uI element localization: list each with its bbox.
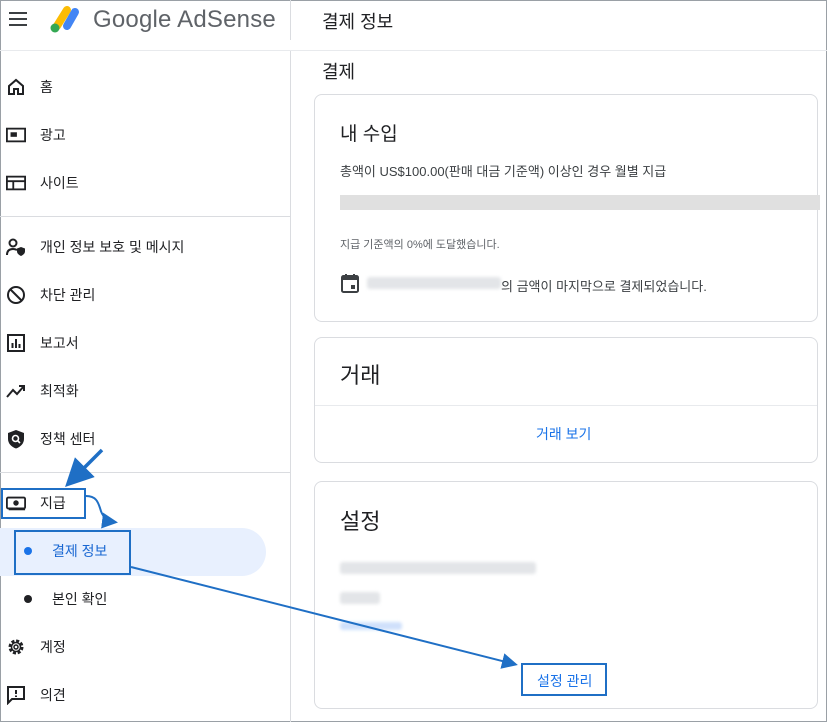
sidebar-item-label: 계정 (40, 639, 66, 655)
card-title: 거래 (340, 363, 381, 388)
sidebar-item-label: 최적화 (40, 383, 79, 399)
payment-threshold-text: 총액이 US$100.00(판매 대금 기준액) 이상인 경우 월별 지급 (340, 164, 667, 179)
sidebar-item-label: 광고 (40, 127, 66, 143)
feedback-icon (6, 685, 26, 705)
sidebar-item-block[interactable]: 차단 관리 (0, 275, 290, 315)
redacted-payment-method (340, 562, 536, 574)
threshold-progress-bar (340, 195, 820, 210)
sidebar-item-label: 홈 (40, 79, 53, 95)
sidebar-border (290, 51, 291, 722)
sidebar-item-label: 차단 관리 (40, 287, 96, 303)
redacted-link (340, 622, 402, 630)
last-payment-text: 의 금액이 마지막으로 결제되었습니다. (501, 279, 707, 294)
card-divider (315, 405, 817, 406)
earnings-card: 내 수입 총액이 US$100.00(판매 대금 기준액) 이상인 경우 월별 … (314, 94, 820, 322)
block-icon (6, 285, 26, 305)
progress-caption: 지급 기준액의 0%에 도달했습니다. (340, 239, 500, 251)
sidebar-item-label: 개인 정보 보호 및 메시지 (40, 239, 185, 255)
menu-icon[interactable] (9, 12, 27, 26)
sidebar-divider (0, 216, 290, 217)
sites-icon (6, 173, 26, 193)
card-title: 설정 (340, 509, 381, 534)
calendar-icon (341, 273, 359, 298)
sidebar-item-optimize[interactable]: 최적화 (0, 371, 290, 411)
redacted-date (367, 277, 501, 289)
annotation-highlight-billing-info (14, 530, 131, 575)
sidebar-item-home[interactable]: 홈 (0, 67, 290, 107)
transactions-card: 거래 거래 보기 (314, 337, 818, 463)
annotation-highlight-payments (1, 488, 86, 519)
sidebar-item-sites[interactable]: 사이트 (0, 163, 290, 203)
section-title: 결제 (322, 62, 356, 82)
header-divider-bottom (0, 50, 827, 51)
sidebar-item-feedback[interactable]: 의견 (0, 675, 290, 715)
view-transactions-link[interactable]: 거래 보기 (536, 424, 591, 444)
header-divider (290, 0, 291, 40)
sidebar-item-label: 보고서 (40, 335, 79, 351)
gear-icon (6, 637, 26, 657)
sidebar-item-label: 의견 (40, 687, 66, 703)
card-title: 내 수입 (340, 124, 398, 145)
annotation-highlight-manage-settings (521, 663, 607, 696)
sidebar-item-privacy[interactable]: 개인 정보 보호 및 메시지 (0, 227, 290, 267)
privacy-icon (6, 237, 26, 257)
sidebar-item-ads[interactable]: 광고 (0, 115, 290, 155)
optimize-icon (6, 381, 26, 401)
sidebar-subitem-label: 본인 확인 (52, 591, 108, 607)
dot-icon (24, 595, 32, 603)
page-title: 결제 정보 (322, 12, 394, 32)
sidebar-item-label: 사이트 (40, 175, 79, 191)
reports-icon (6, 333, 26, 353)
brand-name: Google AdSense (93, 6, 276, 33)
sidebar-divider (0, 472, 290, 473)
ads-icon (6, 125, 26, 145)
sidebar-item-policy[interactable]: 정책 센터 (0, 419, 290, 459)
adsense-logo-icon (50, 6, 79, 33)
sidebar-item-reports[interactable]: 보고서 (0, 323, 290, 363)
policy-shield-icon (6, 429, 26, 449)
sidebar-subitem-verification[interactable]: 본인 확인 (0, 579, 290, 619)
home-icon (6, 77, 26, 97)
sidebar-item-account[interactable]: 계정 (0, 627, 290, 667)
redacted-detail (340, 592, 380, 604)
sidebar-item-label: 정책 센터 (40, 431, 96, 447)
